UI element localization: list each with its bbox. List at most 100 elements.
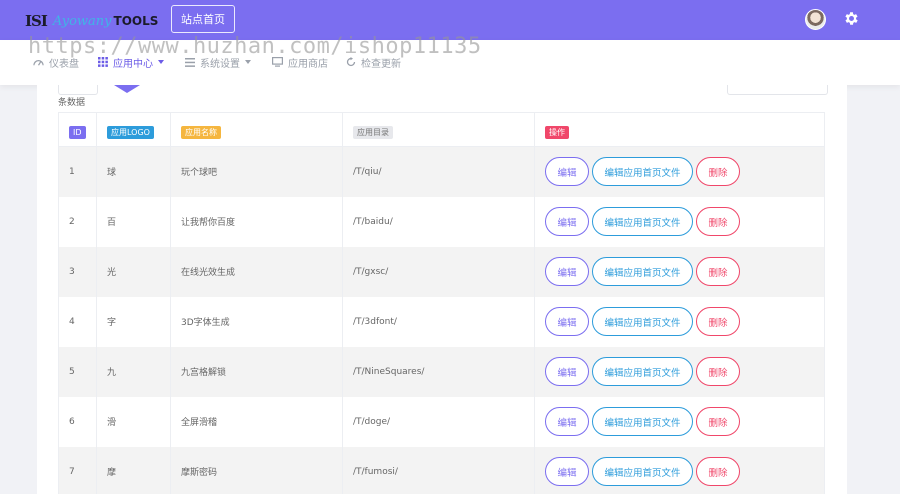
logo-tools: TOOLS — [113, 14, 159, 28]
cell-actions: 编辑 编辑应用首页文件 删除 — [534, 396, 825, 447]
header-logo[interactable]: 应用LOGO — [96, 112, 171, 147]
cell-id: 1 — [58, 146, 97, 197]
cell-actions: 编辑 编辑应用首页文件 删除 — [534, 196, 825, 247]
cell-name: 全屏滑稽 — [170, 396, 343, 447]
list-icon — [185, 57, 195, 67]
edit-home-file-button[interactable]: 编辑应用首页文件 — [592, 407, 693, 436]
cell-actions: 编辑 编辑应用首页文件 删除 — [534, 296, 825, 347]
table-row: 7 摩 摩斯密码 /T/fumosi/ 编辑 编辑应用首页文件 删除 — [58, 446, 825, 494]
header-logo-label: 应用LOGO — [107, 126, 154, 139]
logo-mark: ISI — [25, 12, 48, 30]
table-header-row: ID 应用LOGO 应用名称 应用目录 操作 — [58, 112, 825, 147]
apps-table: ID 应用LOGO 应用名称 应用目录 操作 1 球 玩个球吧 /T/qiu/ … — [58, 112, 825, 494]
cell-id: 7 — [58, 446, 97, 494]
table-row: 2 百 让我帮你百度 /T/baidu/ 编辑 编辑应用首页文件 删除 — [58, 196, 825, 247]
cell-name: 九宫格解锁 — [170, 346, 343, 397]
cell-id: 3 — [58, 246, 97, 297]
cell-logo: 百 — [96, 196, 171, 247]
delete-button[interactable]: 删除 — [696, 357, 740, 386]
edit-button[interactable]: 编辑 — [545, 257, 589, 286]
table-row: 5 九 九宫格解锁 /T/NineSquares/ 编辑 编辑应用首页文件 删除 — [58, 346, 825, 397]
delete-button[interactable]: 删除 — [696, 157, 740, 187]
cell-name: 让我帮你百度 — [170, 196, 343, 247]
cell-actions: 编辑 编辑应用首页文件 删除 — [534, 446, 825, 494]
cell-actions: 编辑 编辑应用首页文件 删除 — [534, 146, 825, 197]
header-name[interactable]: 应用名称 — [170, 112, 343, 147]
gear-icon[interactable] — [843, 10, 860, 27]
table-row: 4 字 3D字体生成 /T/3dfont/ 编辑 编辑应用首页文件 删除 — [58, 296, 825, 347]
dropdown-indicator — [114, 85, 140, 93]
cell-logo: 九 — [96, 346, 171, 397]
nav-check-update[interactable]: 检查更新 — [346, 54, 401, 70]
cell-logo: 滑 — [96, 396, 171, 447]
cell-dir: /T/doge/ — [342, 396, 535, 447]
chevron-down-icon — [158, 60, 164, 64]
records-count-label: 条数据 — [58, 98, 86, 108]
speedometer-icon — [33, 59, 44, 66]
cell-logo: 球 — [96, 146, 171, 197]
edit-button[interactable]: 编辑 — [545, 157, 589, 187]
nav-system-settings-label: 系统设置 — [200, 58, 240, 70]
cell-dir: /T/NineSquares/ — [342, 346, 535, 397]
table-row: 6 滑 全屏滑稽 /T/doge/ 编辑 编辑应用首页文件 删除 — [58, 396, 825, 447]
cell-id: 6 — [58, 396, 97, 447]
nav-system-settings[interactable]: 系统设置 — [185, 54, 251, 70]
grid-icon — [98, 57, 108, 67]
delete-button[interactable]: 删除 — [696, 307, 740, 336]
cell-name: 摩斯密码 — [170, 446, 343, 494]
edit-home-file-button[interactable]: 编辑应用首页文件 — [592, 457, 693, 486]
nav-app-center[interactable]: 应用中心 — [98, 54, 164, 70]
page-size-select[interactable] — [58, 85, 98, 95]
header-dir[interactable]: 应用目录 — [342, 112, 535, 147]
site-logo[interactable]: ISI Ayowany TOOLS — [25, 10, 158, 32]
cell-name: 3D字体生成 — [170, 296, 343, 347]
edit-home-file-button[interactable]: 编辑应用首页文件 — [592, 257, 693, 286]
cell-logo: 光 — [96, 246, 171, 297]
edit-home-file-button[interactable]: 编辑应用首页文件 — [592, 207, 693, 236]
cell-name: 玩个球吧 — [170, 146, 343, 197]
delete-button[interactable]: 删除 — [696, 207, 740, 236]
delete-button[interactable]: 删除 — [696, 457, 740, 486]
cell-dir: /T/qiu/ — [342, 146, 535, 197]
table-row: 1 球 玩个球吧 /T/qiu/ 编辑 编辑应用首页文件 删除 — [58, 146, 825, 197]
logo-script: Ayowany — [52, 13, 112, 29]
nav-dashboard[interactable]: 仪表盘 — [33, 54, 79, 70]
site-home-button[interactable]: 站点首页 — [171, 5, 235, 33]
nav-dashboard-label: 仪表盘 — [49, 58, 79, 70]
header-actions: 操作 — [534, 112, 825, 147]
cell-dir: /T/baidu/ — [342, 196, 535, 247]
edit-home-file-button[interactable]: 编辑应用首页文件 — [592, 307, 693, 336]
delete-button[interactable]: 删除 — [696, 257, 740, 286]
header-id[interactable]: ID — [58, 112, 97, 147]
edit-button[interactable]: 编辑 — [545, 357, 589, 386]
cell-id: 5 — [58, 346, 97, 397]
user-avatar[interactable] — [805, 9, 826, 30]
edit-button[interactable]: 编辑 — [545, 407, 589, 436]
header-name-label: 应用名称 — [181, 126, 221, 139]
cell-name: 在线光效生成 — [170, 246, 343, 297]
table-row: 3 光 在线光效生成 /T/gxsc/ 编辑 编辑应用首页文件 删除 — [58, 246, 825, 297]
cell-logo: 摩 — [96, 446, 171, 494]
cell-actions: 编辑 编辑应用首页文件 删除 — [534, 346, 825, 397]
chevron-down-icon — [245, 60, 251, 64]
header-actions-label: 操作 — [545, 126, 569, 139]
cell-dir: /T/3dfont/ — [342, 296, 535, 347]
edit-button[interactable]: 编辑 — [545, 457, 589, 486]
main-nav: 仪表盘 应用中心 系统设置 应用商店 检查更新 — [0, 40, 900, 85]
header-dir-label: 应用目录 — [353, 126, 393, 139]
search-input[interactable] — [727, 85, 828, 95]
nav-app-center-label: 应用中心 — [113, 58, 153, 70]
top-bar: ISI Ayowany TOOLS 站点首页 — [0, 0, 900, 40]
nav-app-store-label: 应用商店 — [288, 58, 328, 70]
cell-dir: /T/gxsc/ — [342, 246, 535, 297]
delete-button[interactable]: 删除 — [696, 407, 740, 436]
refresh-icon — [346, 57, 356, 67]
edit-home-file-button[interactable]: 编辑应用首页文件 — [592, 157, 693, 187]
edit-button[interactable]: 编辑 — [545, 207, 589, 236]
edit-button[interactable]: 编辑 — [545, 307, 589, 336]
cell-id: 4 — [58, 296, 97, 347]
cell-dir: /T/fumosi/ — [342, 446, 535, 494]
cell-actions: 编辑 编辑应用首页文件 删除 — [534, 246, 825, 297]
nav-app-store[interactable]: 应用商店 — [272, 54, 328, 70]
edit-home-file-button[interactable]: 编辑应用首页文件 — [592, 357, 693, 386]
